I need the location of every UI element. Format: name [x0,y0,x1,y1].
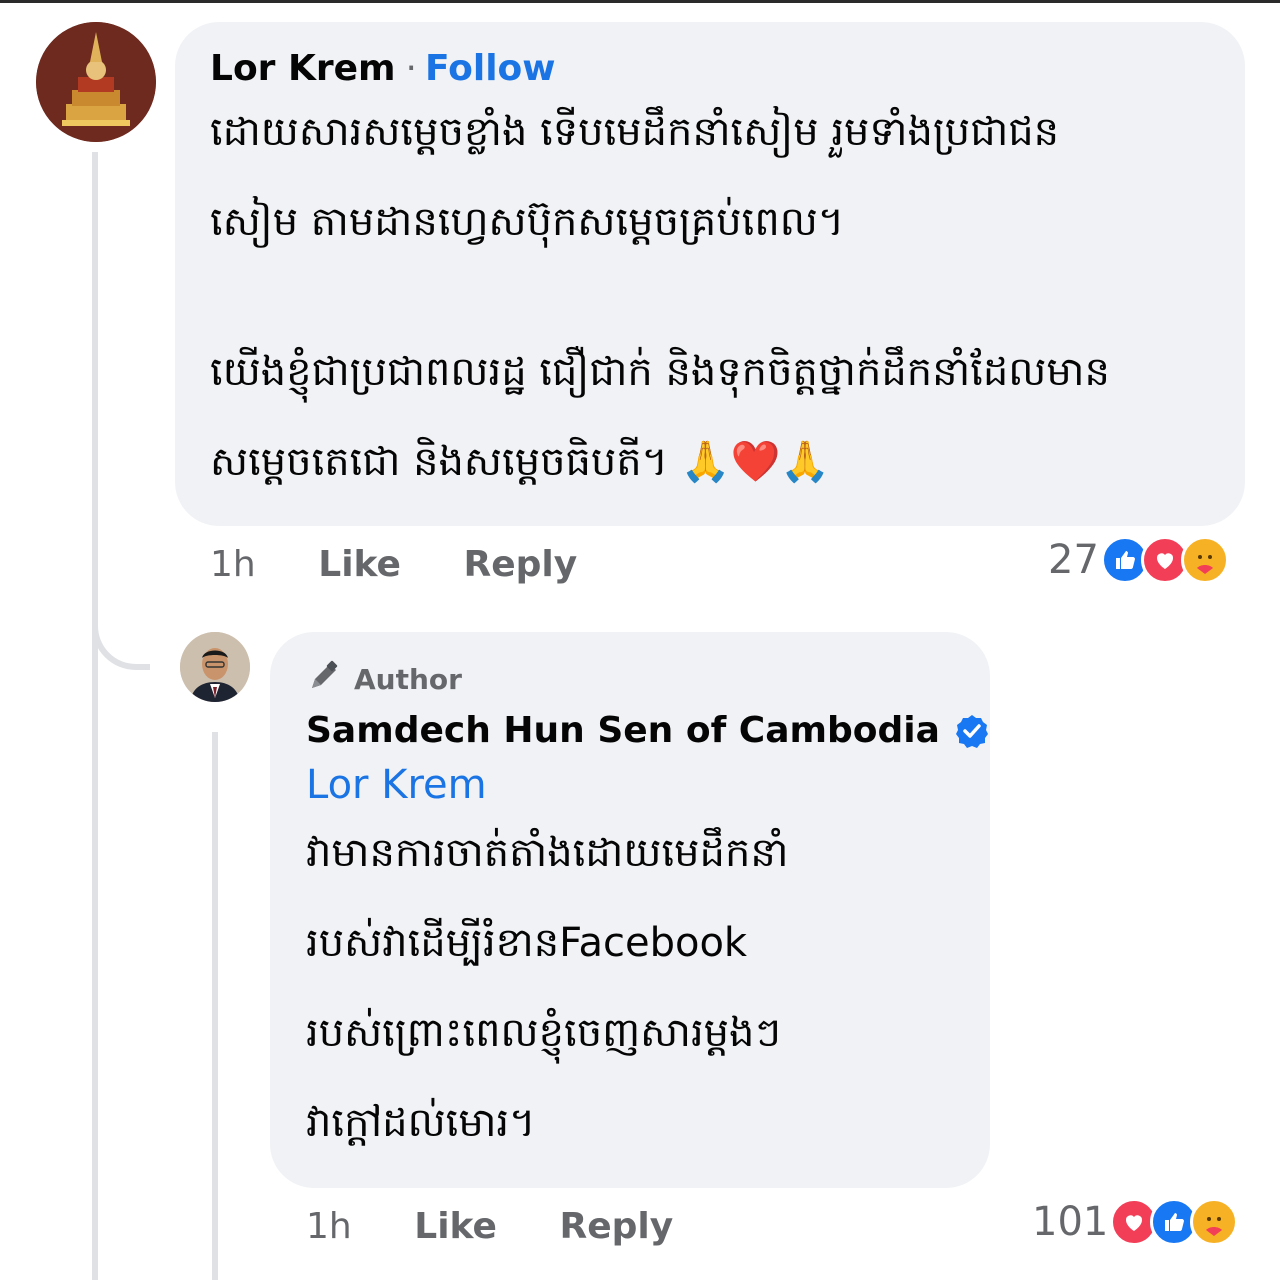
reply-author-name[interactable]: Samdech Hun Sen of Cambodia [306,710,940,751]
like-button[interactable]: Like [414,1206,497,1247]
follow-button[interactable]: Follow [425,48,556,89]
author-badge-label: Author [354,663,462,696]
comment-header: Lor Krem · Follow [210,48,556,89]
separator-dot: · [405,48,417,89]
comment-text-line: យើងខ្ញុំជាប្រជាពលរដ្ឋ ជឿជាក់ និងទុកចិត្ត… [210,349,1110,395]
comment-text-line: សម្តេចតេជោ និងសម្តេចធិបតី។ 🙏❤️🙏 [210,427,1220,497]
mention-link[interactable]: Lor Krem [306,762,487,808]
reply-text-line: របស់វាដើម្បីរំខានFacebook [306,920,748,966]
comment-text-line: សៀម តាមដានហ្វេសប៊ុកសម្តេចគ្រប់ពេល។ [210,199,845,245]
reply-button[interactable]: Reply [464,544,578,585]
care-icon [1190,1198,1239,1246]
comment-author-name[interactable]: Lor Krem [210,48,396,89]
reply-actions: 1h Like Reply [306,1206,673,1247]
reply-thread-line [212,732,218,1280]
care-icon [1180,536,1229,584]
thread-line [92,152,98,1280]
comment-text-line-4: សម្តេចតេជោ និងសម្តេចធិបតី។ [210,439,669,485]
reply-header: Samdech Hun Sen of Cambodia [306,710,990,751]
like-button[interactable]: Like [318,544,401,585]
thread-branch-curve [92,600,150,670]
verified-badge-icon [954,713,990,749]
reaction-count: 101 [1032,1199,1109,1245]
comment-actions: 1h Like Reply [210,544,577,585]
emoji-sequence: 🙏❤️🙏 [680,439,831,485]
top-divider [0,0,1280,3]
reply-reactions[interactable]: 101 [1032,1198,1239,1246]
comment-timestamp[interactable]: 1h [210,544,256,585]
reply-text-line: វាមានការចាត់តាំងដោយមេដឹកនាំ [306,830,789,876]
comment-text-line: ដោយសារសម្តេចខ្លាំង ទើបមេដឹកនាំសៀម រួមទាំ… [210,109,1060,155]
commenter-avatar[interactable] [36,22,156,142]
reply-button[interactable]: Reply [560,1206,674,1247]
reply-timestamp[interactable]: 1h [306,1206,352,1247]
author-badge: Author [306,658,462,701]
comment-reactions[interactable]: 27 [1048,536,1229,584]
reply-text-line: របស់ព្រោះពេលខ្ញុំចេញសារម្តងៗ [306,1010,781,1056]
reply-text-line: វាក្តៅដល់មោរ។ [306,1100,536,1146]
pen-icon [306,658,342,701]
reaction-count: 27 [1048,537,1099,583]
reply-author-avatar[interactable] [180,632,250,702]
